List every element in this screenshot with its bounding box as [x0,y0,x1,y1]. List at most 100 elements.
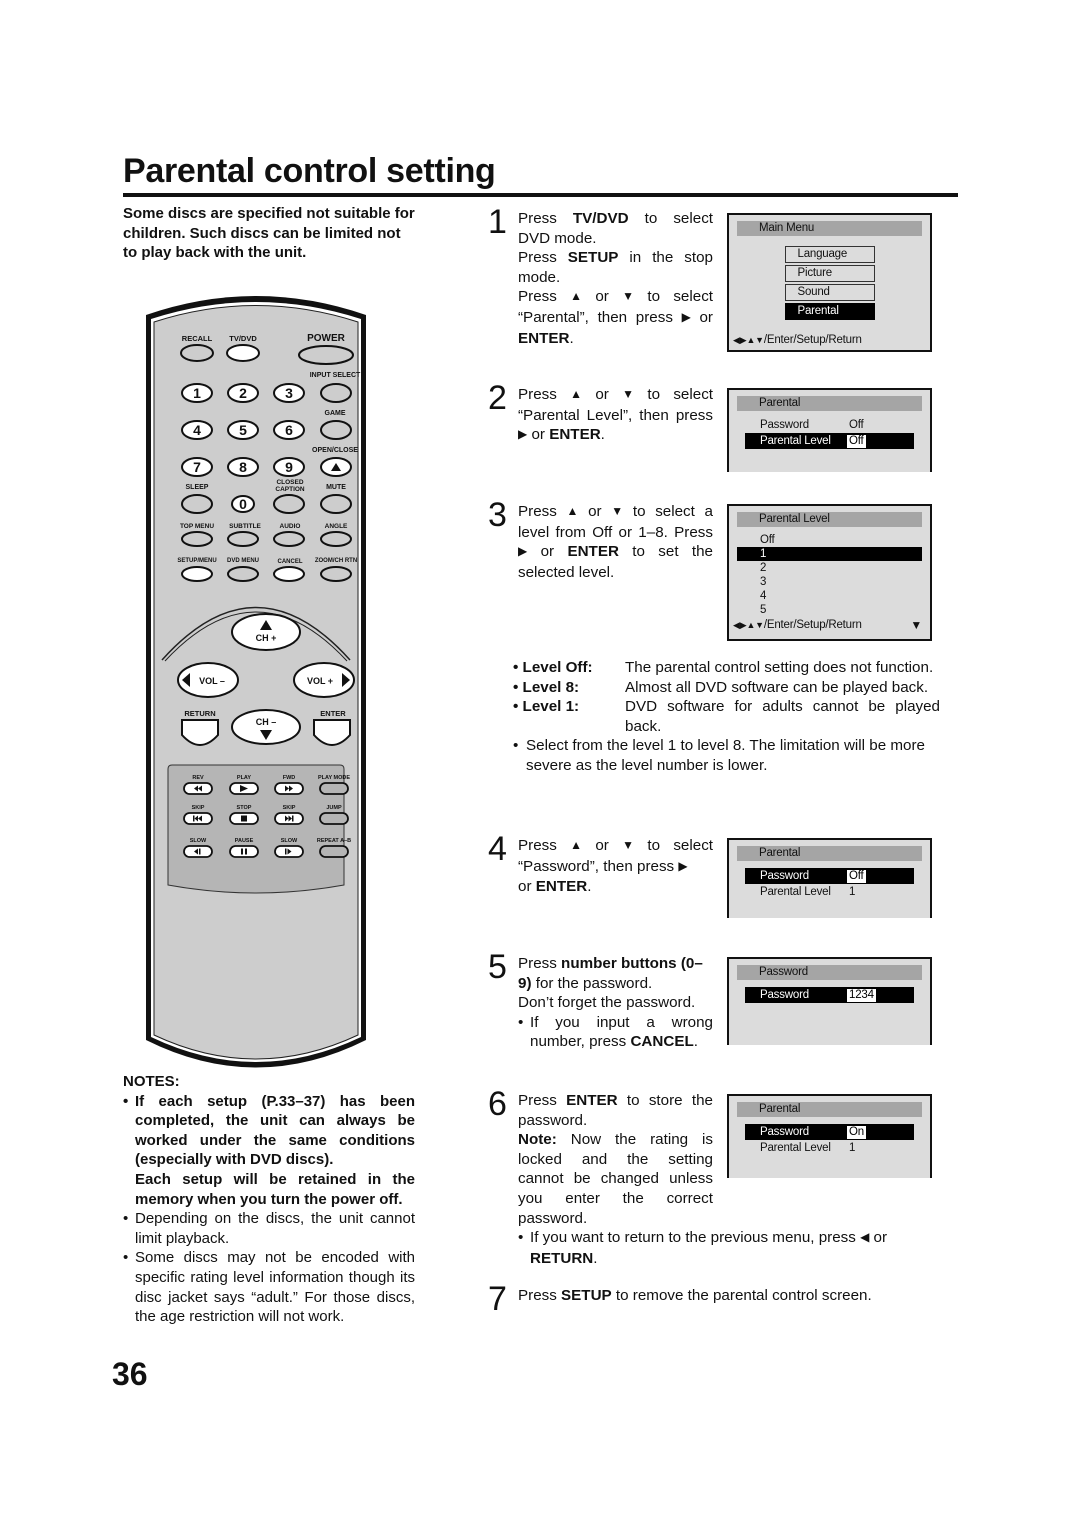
subtitle-label: SUBTITLE [229,523,261,530]
osd-password-entry: Password Password 1234 [727,957,932,1045]
left-arrow-icon: ◀ [860,1230,870,1244]
page-title: Parental control setting [123,152,496,190]
right-arrow-icon: ▶ [518,427,528,442]
enter-button [313,719,351,746]
jump-button [319,812,349,825]
osd-row-password[interactable]: Password On [745,1124,914,1140]
open-close-label: OPEN/CLOSE [312,447,358,454]
zoom-ch-rtn-button [320,566,352,582]
setup-menu-label: SETUP/MENU [177,558,216,564]
osd-header: Password [737,965,922,980]
digit-3-label: 3 [285,385,293,401]
digit-5-label: 5 [239,422,247,438]
level-item: Level 8:Almost all DVD software can be p… [500,678,940,698]
step-1: 1 Press TV/DVD to select DVD mode. Press… [488,205,714,348]
rev-label: REV [192,775,204,781]
up-arrow-icon: ▲ [570,838,583,852]
osd-header: Parental [737,396,922,411]
osd-row-parental-level[interactable]: Parental Level 1 [745,884,914,900]
step-number: 4 [488,830,507,868]
nav-arrows-icon: ◀▶▲▼ [733,620,764,630]
up-arrow-icon: ▲ [570,289,583,304]
osd-parental-password-select: Parental Password Off Parental Level 1 [727,838,932,918]
page-number: 36 [112,1356,148,1392]
note-item: If each setup (P.33–37) has been complet… [123,1092,415,1210]
tvdvd-button [226,344,260,362]
level-item: Level 1:DVD software for adults cannot b… [500,697,940,736]
recall-label: RECALL [182,334,213,343]
osd-parental-locked: Parental Password On Parental Level 1 [727,1094,932,1178]
level-option-1[interactable]: 1 [737,547,922,561]
audio-label: AUDIO [280,523,301,530]
level-option-5[interactable]: 5 [737,603,922,617]
step-3: 3 Press ▲ or ▼ to select a level from Of… [488,498,713,582]
game-button [320,420,352,440]
digit-7-label: 7 [193,459,201,475]
input-select-button [320,383,352,403]
osd-row-password[interactable]: Password Off [745,868,914,884]
pause-label: PAUSE [235,838,254,844]
note-text: Each setup will be retained in the memor… [135,1170,415,1208]
skip-forward-label: SKIP [283,805,296,811]
osd-header: Parental [737,846,922,861]
osd-row-parental-level[interactable]: Parental Level 1 [745,1140,914,1156]
remote-control-illustration: RECALL TV/DVD POWER INPUT SELECT 1 2 3 G… [140,295,372,1080]
scroll-down-icon[interactable]: ▼ [910,617,922,633]
play-mode-button [319,782,349,795]
return-button [181,719,219,746]
menu-item-picture[interactable]: Picture [784,265,875,282]
osd-row-parental-level[interactable]: Parental Level Off [745,433,914,449]
mute-button [320,494,352,514]
cancel-label: CANCEL [278,559,303,565]
angle-button [320,531,352,547]
level-option-4[interactable]: 4 [737,589,922,603]
password-field[interactable]: Password 1234 [745,987,914,1003]
fwd-label: FWD [283,775,296,781]
jump-label: JUMP [326,805,342,811]
sleep-button [181,494,213,514]
intro-text: Some discs are specified not suitable fo… [123,205,415,261]
menu-item-parental[interactable]: Parental [784,303,875,320]
top-menu-label: TOP MENU [180,523,214,530]
note-item: Some discs may not be encoded with speci… [123,1248,415,1326]
up-arrow-icon: ▲ [566,504,579,518]
menu-item-sound[interactable]: Sound [784,284,875,301]
step-number: 3 [488,496,507,534]
step-number: 7 [488,1280,507,1318]
caption-label: CAPTION [275,486,305,493]
title-rule [123,193,958,197]
level-descriptions: Level Off:The parental control setting d… [500,658,940,776]
input-select-label: INPUT SELECT [310,372,361,379]
levels-note: Select from the level 1 to level 8. The … [500,736,940,775]
stop-label: STOP [237,805,252,811]
return-note: If you want to return to the previous me… [518,1228,938,1268]
level-option-off[interactable]: Off [737,533,922,547]
notes-heading: NOTES: [123,1073,180,1090]
ch-down-label: CH – [256,717,277,727]
notes-section: NOTES: If each setup (P.33–37) has been … [123,1072,415,1327]
down-arrow-icon: ▼ [622,387,635,401]
enter-label: ENTER [320,709,346,718]
osd-footer: ◀▶▲▼/Enter/Setup/Return [733,334,862,346]
right-arrow-icon: ▶ [681,309,691,324]
play-mode-label: PLAY MODE [318,775,350,781]
step-7: 7 Press SETUP to remove the parental con… [488,1282,918,1316]
step-text: Press ENTER to store the password. Note:… [518,1092,713,1227]
step-text: Press TV/DVD to select DVD mode. Press S… [518,210,714,347]
level-item: Level Off:The parental control setting d… [500,658,940,678]
step-2: 2 Press ▲ or ▼ to select “Parental Level… [488,381,713,446]
step-text: Press SETUP to remove the parental contr… [518,1287,872,1304]
audio-button [273,531,305,547]
digit-0-label: 0 [239,496,247,512]
power-button [298,345,354,365]
osd-row-password[interactable]: Password Off [745,417,914,433]
right-arrow-icon: ▶ [678,858,688,873]
step-number: 2 [488,379,507,417]
down-arrow-icon: ▼ [622,838,635,852]
ch-up-button [231,613,301,651]
menu-item-language[interactable]: Language [784,246,875,263]
level-option-2[interactable]: 2 [737,561,922,575]
zoom-ch-rtn-label: ZOOM/CH RTN [315,558,357,564]
slow-back-label: SLOW [190,838,207,844]
level-option-3[interactable]: 3 [737,575,922,589]
